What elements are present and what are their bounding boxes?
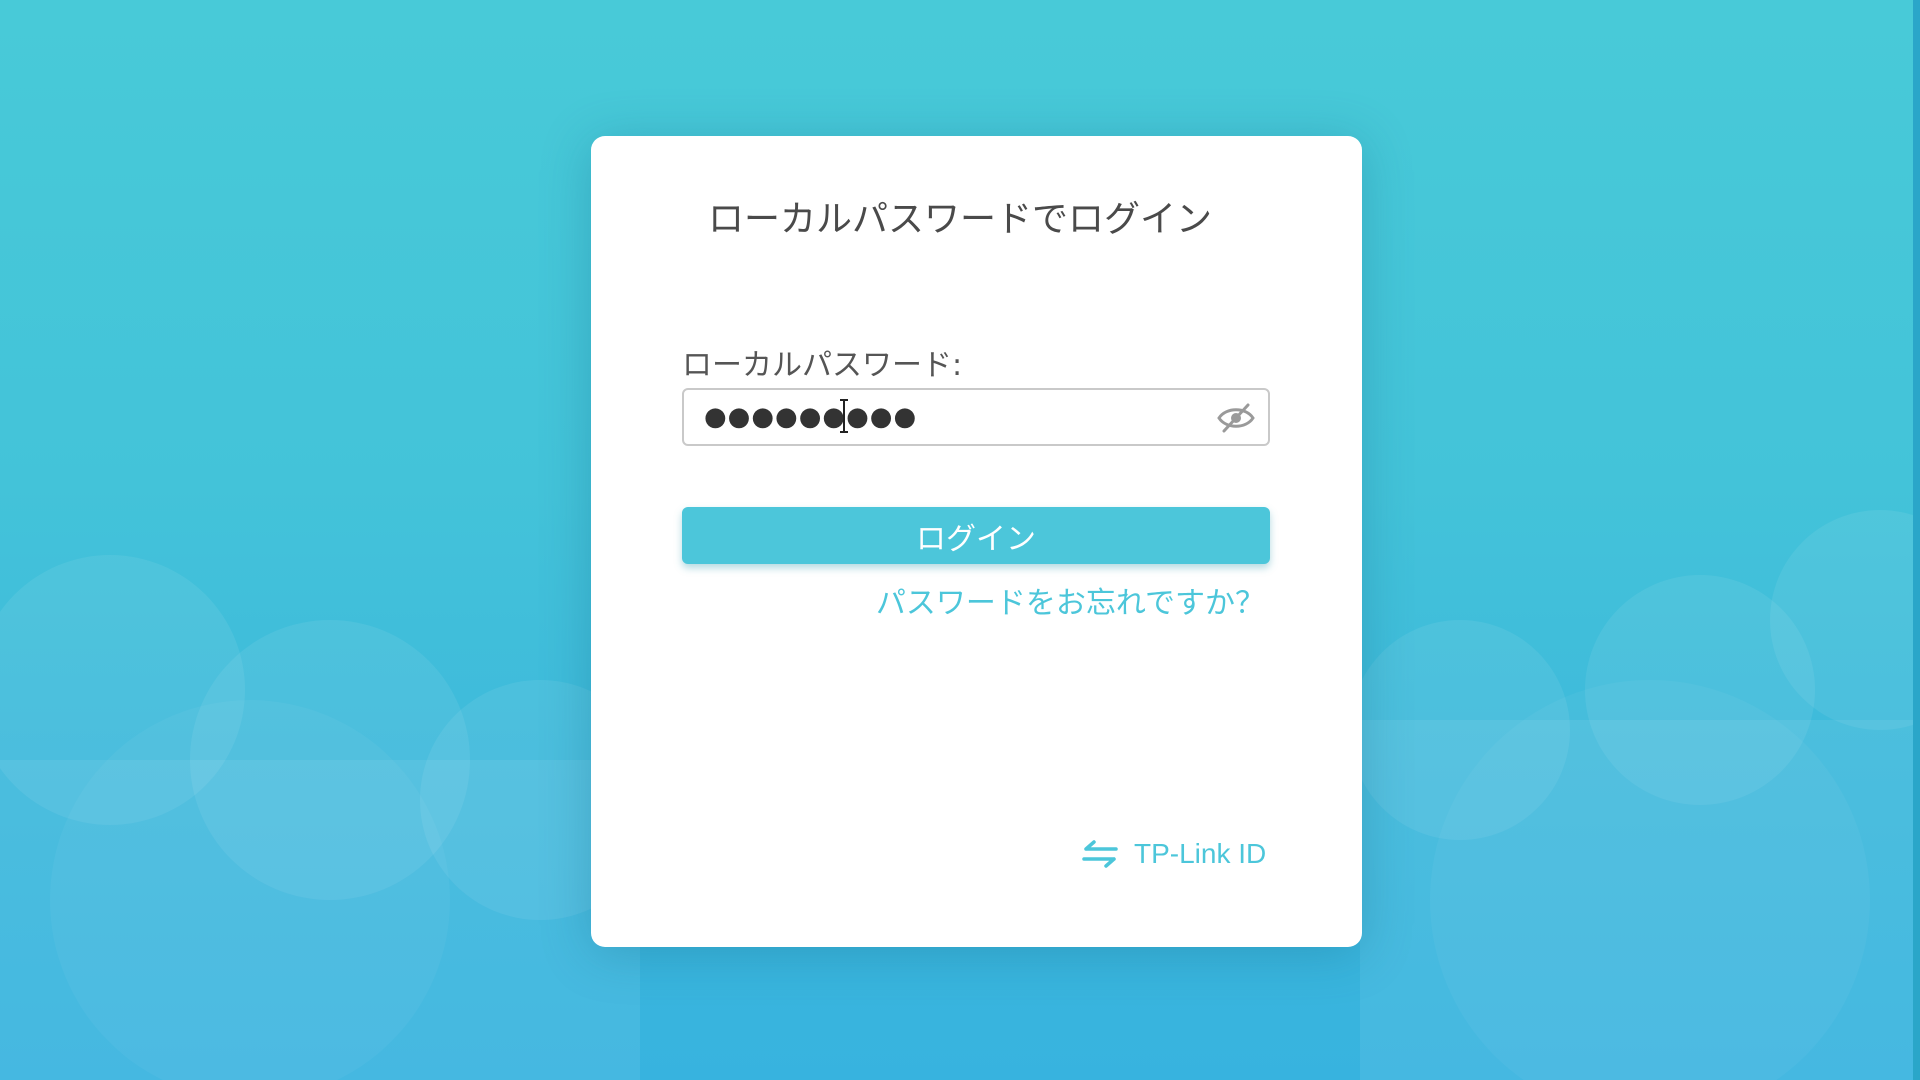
tplink-id-link[interactable]: TP-Link ID: [1080, 834, 1266, 874]
password-label: ローカルパスワード:: [682, 348, 963, 383]
page-title: ローカルパスワードでログイン: [707, 199, 1212, 240]
window-edge: [1913, 0, 1920, 1080]
text-cursor-icon: [840, 399, 848, 433]
switch-arrows-icon: [1082, 840, 1118, 868]
eye-slash-icon[interactable]: [1216, 402, 1256, 434]
tplink-id-label: TP-Link ID: [1134, 838, 1267, 869]
forgot-password-link[interactable]: パスワードをお忘れですか？: [876, 578, 1265, 622]
login-button[interactable]: ログイン: [682, 507, 1270, 564]
password-field[interactable]: ●●●●●●●●●: [682, 388, 1270, 446]
password-value: ●●●●●●●●●: [704, 402, 918, 432]
